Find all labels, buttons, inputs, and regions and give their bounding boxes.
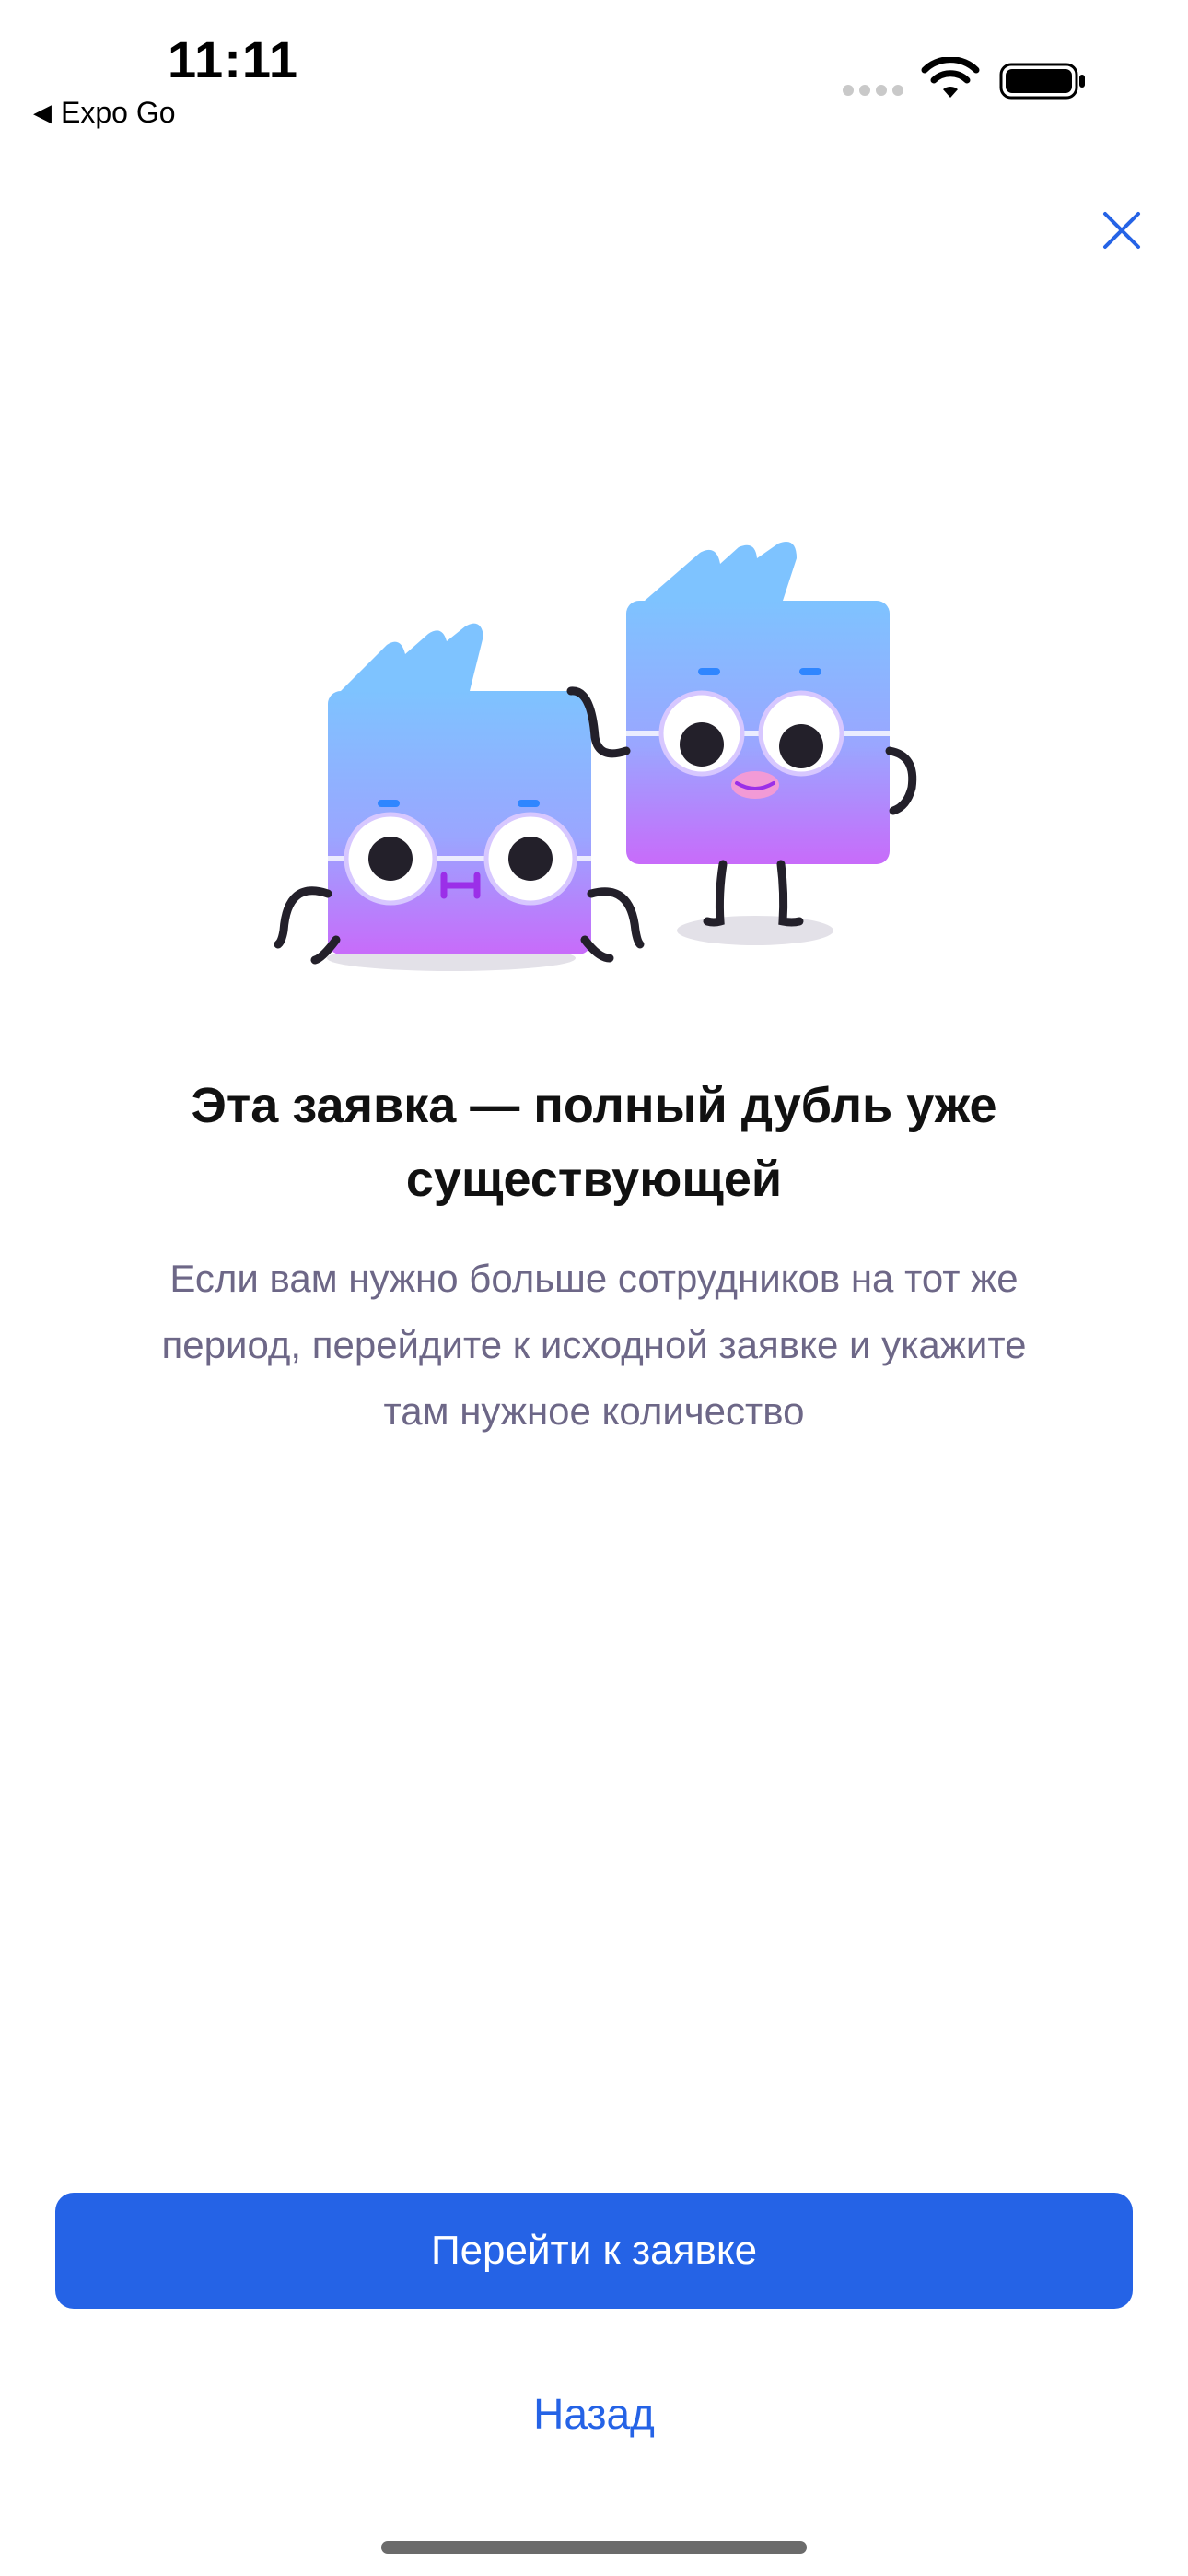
triangle-left-icon: ◀ bbox=[33, 99, 52, 126]
modal-description-line: там нужное количество bbox=[383, 1389, 805, 1433]
battery-icon bbox=[999, 63, 1085, 100]
cellular-signal-icon bbox=[843, 85, 903, 96]
modal-description-line: период, перейдите к исходной заявке и ук… bbox=[161, 1323, 1027, 1366]
go-to-request-button-label: Перейти к заявке bbox=[430, 2228, 758, 2273]
close-icon[interactable] bbox=[1096, 205, 1147, 256]
home-indicator[interactable] bbox=[381, 2541, 807, 2554]
mascots-illustration bbox=[274, 542, 917, 971]
go-to-request-button[interactable]: Перейти к заявке bbox=[55, 2193, 1133, 2309]
status-bar: 11:11 ◀ Expo Go bbox=[0, 0, 1188, 138]
left-mascot bbox=[274, 623, 645, 965]
back-to-app-link[interactable]: ◀ Expo Go bbox=[33, 96, 176, 130]
back-app-label: Expo Go bbox=[61, 96, 176, 129]
back-button-label: Назад bbox=[533, 2390, 655, 2438]
right-mascot bbox=[566, 542, 917, 927]
status-time: 11:11 bbox=[168, 30, 299, 88]
modal-title: Эта заявка — полный дубль уже существующ… bbox=[74, 1069, 1114, 1216]
modal-description-line: Если вам нужно больше сотрудников на тот… bbox=[169, 1257, 1019, 1300]
modal-title-line: Эта заявка — полный дубль уже bbox=[191, 1078, 997, 1133]
back-button[interactable]: Назад bbox=[410, 2372, 778, 2455]
wifi-icon bbox=[921, 57, 980, 98]
modal-title-line: существующей bbox=[405, 1152, 783, 1207]
modal-description: Если вам нужно больше сотрудников на тот… bbox=[74, 1246, 1114, 1445]
